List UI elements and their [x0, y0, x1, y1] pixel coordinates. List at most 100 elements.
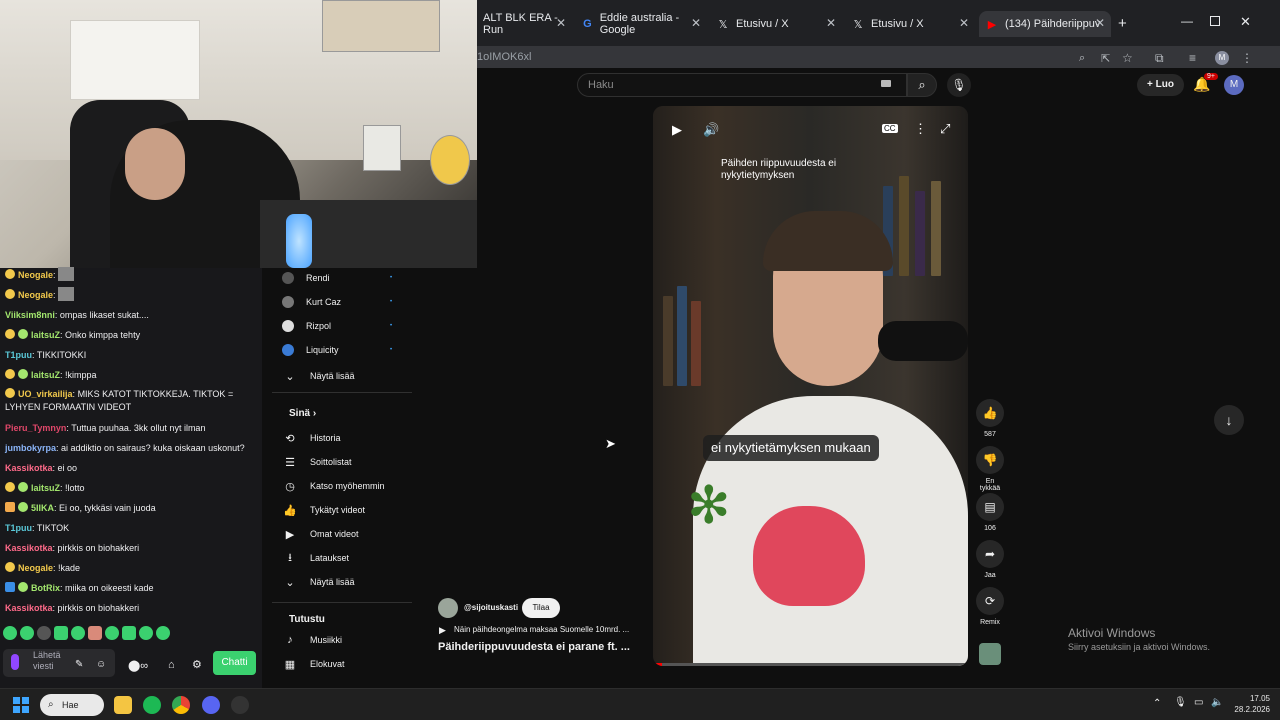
chat-username[interactable]: Neogale: [18, 290, 53, 300]
emote-icon[interactable]: [139, 626, 153, 640]
emote-icon[interactable]: [88, 626, 102, 640]
chrome-icon[interactable]: [172, 696, 190, 714]
emote-icon[interactable]: [3, 626, 17, 640]
profile-avatar[interactable]: M: [1215, 51, 1229, 65]
play-icon[interactable]: ▶: [672, 122, 682, 138]
chat-username[interactable]: T1puu: [5, 350, 32, 360]
emote-icon[interactable]: [71, 626, 85, 640]
avatar[interactable]: M: [1224, 75, 1244, 95]
microphone-icon[interactable]: [11, 654, 19, 670]
chat-username[interactable]: Neogale: [18, 270, 53, 280]
more-options-icon[interactable]: ⋮: [914, 121, 927, 137]
progress-bar[interactable]: [653, 663, 968, 666]
volume-icon[interactable]: 🔊: [703, 122, 719, 138]
keyboard-icon[interactable]: [881, 80, 891, 87]
bookmark-star-icon[interactable]: ☆: [1122, 51, 1133, 65]
sidebar-item-downloads[interactable]: ⭳ Lataukset: [282, 550, 349, 566]
subscription-item[interactable]: Liquicity •: [282, 344, 392, 356]
captions-icon[interactable]: CC: [882, 124, 898, 133]
sidebar-item-movies[interactable]: ▦ Elokuvat: [282, 656, 345, 672]
volume-icon[interactable]: 🔈: [1211, 697, 1223, 708]
emoji-icon[interactable]: ☺: [96, 655, 106, 675]
you-section-heading[interactable]: Sinä ›: [289, 408, 316, 419]
chat-input[interactable]: Lähetä viesti ✎ ☺: [3, 649, 115, 677]
points-icon[interactable]: ⬤∞: [128, 656, 148, 676]
chat-username[interactable]: T1puu: [5, 523, 32, 533]
sidebar-item-your-videos[interactable]: ▶ Omat videot: [282, 526, 359, 542]
next-video-button[interactable]: ↓: [1214, 405, 1244, 435]
sidebar-item-history[interactable]: ⟲ Historia: [282, 430, 340, 446]
chat-username[interactable]: UO_virkailija: [18, 389, 73, 399]
browser-tab-active[interactable]: ▶ (134) Päihderiippuvuude ✕: [979, 11, 1111, 37]
emote-icon[interactable]: [156, 626, 170, 640]
install-icon[interactable]: ⇱: [1101, 52, 1110, 65]
url-text[interactable]: 1oIMOK6xl: [477, 51, 531, 63]
close-icon[interactable]: ✕: [826, 16, 836, 30]
search-input[interactable]: Haku: [577, 73, 907, 97]
fullscreen-icon[interactable]: ⤢: [940, 121, 950, 137]
close-icon[interactable]: ✕: [1095, 16, 1105, 30]
chat-username[interactable]: jumbokyrpa: [5, 443, 56, 453]
remix-button[interactable]: ⟳ Remix: [975, 587, 1005, 626]
store-icon[interactable]: ⌂: [168, 655, 175, 675]
comments-button[interactable]: ▤ 106: [975, 493, 1005, 532]
sidebar-item-music[interactable]: ♪ Musiikki: [282, 632, 342, 648]
zoom-icon[interactable]: ⌕: [1079, 52, 1085, 65]
maximize-icon[interactable]: [1210, 16, 1220, 26]
windows-start-icon[interactable]: [13, 697, 29, 713]
system-clock[interactable]: 17.05 28.2.2026: [1234, 693, 1270, 715]
browser-tab[interactable]: G Eddie australia - Google ✕: [575, 11, 707, 37]
share-button[interactable]: ➦ Jaa: [975, 540, 1005, 579]
microphone-icon[interactable]: 🎙: [1174, 697, 1187, 708]
chat-username[interactable]: Kassikotka: [5, 603, 53, 613]
settings-gear-icon[interactable]: ⚙: [192, 655, 202, 675]
extensions-icon[interactable]: ⧉: [1155, 51, 1164, 66]
create-button[interactable]: + Luo: [1137, 74, 1184, 96]
translate-icon[interactable]: ✎: [75, 655, 83, 675]
chat-username[interactable]: Viiksim8nni: [5, 310, 55, 320]
chat-username[interactable]: laitsuZ: [31, 330, 60, 340]
subscription-item[interactable]: Kurt Caz •: [282, 296, 392, 308]
browser-tab[interactable]: 𝕏 Etusivu / X ✕: [710, 11, 842, 37]
subscribe-button[interactable]: Tilaa: [522, 598, 560, 618]
video-subtitle[interactable]: Näin päihdeongelma maksaa Suomelle 10mrd…: [454, 625, 629, 634]
close-icon[interactable]: ✕: [959, 16, 969, 30]
emote-icon[interactable]: [37, 626, 51, 640]
shorts-player[interactable]: Päihden riippuvuudesta ei nykytietymykse…: [653, 106, 968, 666]
chat-username[interactable]: laitsuZ: [31, 483, 60, 493]
spotify-icon[interactable]: [143, 696, 161, 714]
sidebar-item-watch-later[interactable]: ◷ Katso myöhemmin: [282, 478, 384, 494]
dislike-button[interactable]: 👎 En tykkää: [975, 446, 1005, 492]
emote-icon[interactable]: [105, 626, 119, 640]
browser-tab[interactable]: 𝕏 Etusivu / X ✕: [845, 11, 975, 37]
chat-username[interactable]: Neogale: [18, 563, 53, 573]
close-window-icon[interactable]: ✕: [1240, 14, 1251, 30]
audio-thumbnail[interactable]: [979, 643, 1001, 665]
discord-icon[interactable]: [202, 696, 220, 714]
video-title[interactable]: Päihderiippuvuudesta ei parane ft. ...: [438, 641, 630, 653]
like-button[interactable]: 👍 587: [975, 399, 1005, 438]
chat-username[interactable]: Kassikotka: [5, 463, 53, 473]
display-icon[interactable]: ▭: [1194, 697, 1203, 708]
sidebar-item-playlists[interactable]: ☰ Soittolistat: [282, 454, 351, 470]
menu-icon[interactable]: ⋮: [1241, 51, 1253, 65]
emote-icon[interactable]: [20, 626, 34, 640]
microphone-icon[interactable]: 🎙: [947, 73, 971, 97]
channel-name[interactable]: @sijoituskasti: [464, 603, 518, 612]
chevron-up-icon[interactable]: ⌃: [1153, 698, 1161, 709]
new-tab-icon[interactable]: +: [1118, 15, 1127, 32]
show-more-you[interactable]: ⌄ Näytä lisää: [282, 574, 354, 590]
obs-icon[interactable]: [231, 696, 249, 714]
chat-username[interactable]: 5IIKA: [31, 503, 54, 513]
browser-tab[interactable]: ALT BLK ERA - Run ✕: [477, 11, 572, 37]
subscription-item[interactable]: Rizpol •: [282, 320, 392, 332]
chat-username[interactable]: Kassikotka: [5, 543, 53, 553]
minimize-icon[interactable]: —: [1181, 14, 1193, 28]
emote-icon[interactable]: [122, 626, 136, 640]
media-icon[interactable]: ≡: [1189, 51, 1196, 65]
file-explorer-icon[interactable]: [114, 696, 132, 714]
subscription-item[interactable]: Rendi •: [282, 272, 392, 284]
show-more-subscriptions[interactable]: ⌄ Näytä lisää: [282, 368, 354, 384]
close-icon[interactable]: ✕: [691, 16, 701, 30]
chat-username[interactable]: BotRix: [31, 583, 60, 593]
